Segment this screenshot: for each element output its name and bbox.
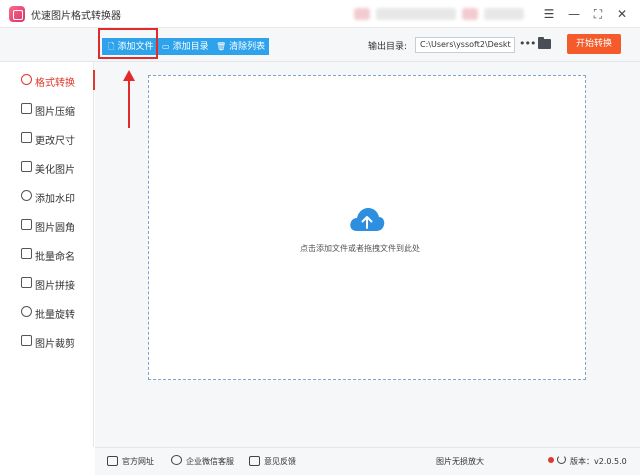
version-label: 版本：v2.0.5.0 (570, 457, 627, 466)
maximize-button[interactable]: ⛶ (589, 5, 607, 23)
crop-icon (21, 335, 32, 346)
update-dot-icon (548, 457, 554, 463)
app-logo-icon (9, 6, 25, 22)
sidebar-item-label: 图片裁剪 (35, 339, 75, 350)
feedback-icon (249, 456, 260, 466)
more-options-button[interactable]: ••• (519, 37, 536, 50)
trash-icon: 🗑 (216, 42, 227, 51)
rotate-icon (21, 306, 32, 317)
output-dir-label: 输出目录: (368, 42, 408, 52)
sidebar-item-crop[interactable]: 图片裁剪 (0, 327, 94, 355)
website-icon (107, 456, 118, 466)
add-folder-label: 添加目录 (172, 42, 209, 52)
menu-icon[interactable]: ☰ (540, 5, 558, 23)
sidebar-item-label: 更改尺寸 (35, 136, 75, 147)
refresh-icon[interactable] (557, 455, 566, 464)
sidebar-item-rename[interactable]: 批量命名 (0, 240, 94, 268)
close-button[interactable]: ✕ (613, 5, 631, 23)
open-folder-icon[interactable] (538, 37, 551, 49)
sidebar-item-format-convert[interactable]: 格式转换 (0, 66, 95, 94)
lossless-upscale-link[interactable]: 图片无损放大 (436, 456, 484, 467)
sidebar-item-compress[interactable]: 图片压缩 (0, 95, 94, 123)
sidebar-item-rotate[interactable]: 批量旋转 (0, 298, 94, 326)
sidebar-item-label: 格式转换 (35, 78, 75, 89)
sidebar-item-resize[interactable]: 更改尺寸 (0, 124, 94, 152)
blurred-account-info (354, 8, 370, 20)
title-bar: 优速图片格式转换器 ☰ — ⛶ ✕ (0, 0, 640, 28)
folder-outline-icon: ▭ (162, 42, 170, 51)
wechat-service-link[interactable]: 企业微信客服 (186, 456, 234, 467)
sidebar-item-label: 图片压缩 (35, 107, 75, 118)
watermark-icon (21, 190, 32, 201)
beautify-icon (21, 161, 32, 172)
sidebar-item-label: 图片拼接 (35, 281, 75, 292)
sidebar-item-beautify[interactable]: 美化图片 (0, 153, 94, 181)
highlight-annotation-box (98, 28, 158, 59)
blurred-account-info (376, 8, 456, 20)
rename-icon (21, 248, 32, 259)
round-corner-icon (21, 219, 32, 230)
output-dir-field[interactable]: C:\Users\yssoft2\Deskt (415, 37, 515, 53)
clear-list-button[interactable]: 🗑 清除列表 (210, 38, 270, 55)
clear-list-label: 清除列表 (229, 42, 266, 52)
blurred-account-info (484, 8, 524, 20)
stitch-icon (21, 277, 32, 288)
app-title: 优速图片格式转换器 (31, 11, 121, 22)
cloud-upload-icon (350, 208, 385, 231)
compress-icon (21, 103, 32, 114)
sidebar-item-watermark[interactable]: 添加水印 (0, 182, 94, 210)
sidebar-item-stitch[interactable]: 图片拼接 (0, 269, 94, 297)
add-folder-button[interactable]: ▭ 添加目录 (156, 38, 213, 55)
sidebar-item-label: 添加水印 (35, 194, 75, 205)
sidebar-item-label: 批量旋转 (35, 310, 75, 321)
minimize-button[interactable]: — (565, 5, 583, 23)
feedback-link[interactable]: 意见反馈 (264, 456, 296, 467)
wechat-service-icon (171, 455, 182, 465)
start-convert-button[interactable]: 开始转换 (567, 34, 621, 54)
website-link[interactable]: 官方网址 (122, 456, 154, 467)
resize-icon (21, 132, 32, 143)
annotation-arrow-head (123, 70, 135, 81)
blurred-account-info (462, 8, 478, 20)
sidebar-item-label: 图片圆角 (35, 223, 75, 234)
format-convert-icon (21, 74, 32, 85)
annotation-arrow (128, 78, 130, 128)
sidebar-item-round-corner[interactable]: 图片圆角 (0, 211, 94, 239)
sidebar-item-label: 批量命名 (35, 252, 75, 263)
drop-hint-text: 点击添加文件或者拖拽文件到此处 (300, 244, 420, 253)
sidebar-item-label: 美化图片 (35, 165, 75, 176)
sidebar: 格式转换 图片压缩 更改尺寸 美化图片 添加水印 图片圆角 批量命名 图片拼接 … (0, 62, 95, 447)
